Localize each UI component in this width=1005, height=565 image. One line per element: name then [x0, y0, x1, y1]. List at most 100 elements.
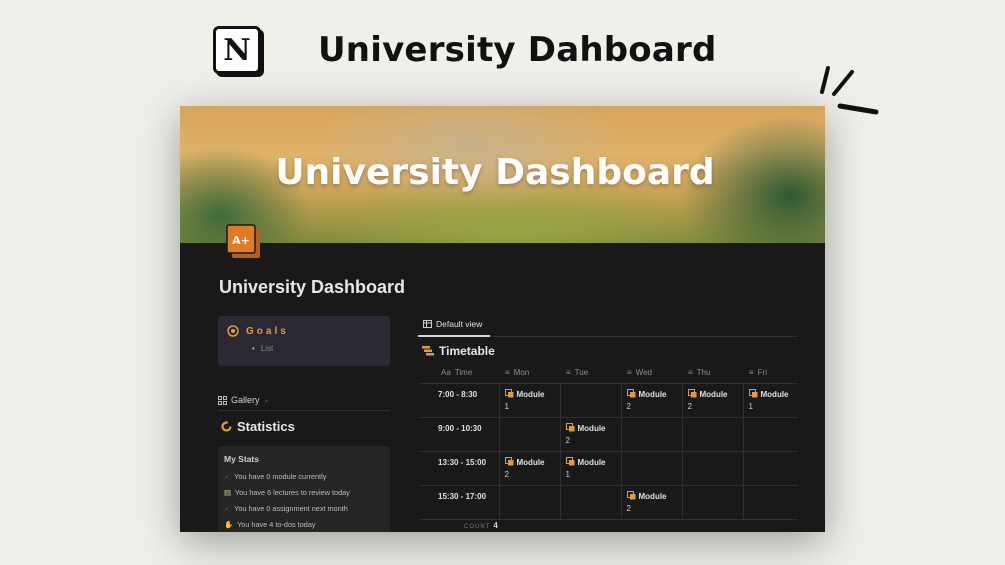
notion-logo: N [213, 26, 261, 74]
column-header-tue[interactable]: ≡ Tue [560, 363, 621, 384]
day-cell[interactable]: Module 2 [620, 485, 682, 520]
lines-icon: ≡ [627, 368, 632, 378]
stat-row: ✓ You have 0 assignment next month [224, 504, 348, 513]
check-icon: ✓ [224, 504, 231, 513]
active-tab-indicator [418, 335, 490, 337]
day-cell[interactable] [681, 451, 743, 486]
day-cell[interactable]: Module 2 [620, 383, 682, 418]
module-page-icon [565, 422, 574, 431]
page-icon-text: A+ [232, 234, 250, 247]
day-cell[interactable] [742, 417, 798, 452]
statistics-heading: Statistics [221, 419, 295, 434]
timetable-heading-text: Timetable [439, 344, 495, 358]
day-cell[interactable] [681, 417, 743, 452]
module-link[interactable]: Module 2 [687, 388, 728, 413]
goals-callout[interactable]: Goals List [218, 316, 390, 366]
goals-title: Goals [246, 326, 289, 337]
module-link[interactable]: Module 2 [565, 422, 606, 447]
time-cell[interactable]: 15:30 - 17:00 [419, 485, 499, 520]
column-header-label: Fri [757, 368, 767, 378]
day-cell[interactable] [620, 451, 682, 486]
module-label: Module [577, 457, 606, 467]
module-link[interactable]: Module 2 [504, 456, 545, 481]
day-cell[interactable]: Module 2 [681, 383, 743, 418]
day-cell[interactable] [498, 417, 560, 452]
table-row[interactable]: 9:00 - 10:30 Module 2 [419, 417, 798, 452]
day-cell[interactable] [681, 485, 743, 520]
module-link[interactable]: Module 1 [565, 456, 606, 481]
my-stats-card[interactable]: My Stats ✓ You have 0 module currently ▤… [218, 446, 390, 532]
module-label: Module [577, 423, 606, 433]
column-header-label: Tue [574, 368, 589, 378]
module-page-icon [687, 388, 696, 397]
stat-row: ▤ You have 6 lectures to review today [224, 488, 350, 497]
column-header-wed[interactable]: ≡ Wed [621, 363, 682, 384]
my-stats-title: My Stats [224, 454, 259, 464]
module-number: 1 [565, 469, 570, 479]
module-label: Module [638, 491, 667, 501]
notion-page-screenshot: University Dashboard A+ University Dashb… [180, 106, 825, 532]
table-row[interactable]: 15:30 - 17:00 Module 2 [419, 485, 798, 520]
day-cell[interactable]: Module 1 [498, 383, 560, 418]
time-cell[interactable]: 7:00 - 8:30 [419, 383, 499, 418]
stat-text: You have 0 assignment next month [234, 504, 348, 513]
day-cell[interactable]: Module 2 [559, 417, 621, 452]
time-cell[interactable]: 13:30 - 15:00 [419, 451, 499, 486]
page-title: University Dashboard [219, 277, 406, 297]
divider [218, 410, 390, 411]
module-link[interactable]: Module 2 [626, 388, 667, 413]
stack-icon [422, 346, 434, 356]
day-cell[interactable] [559, 383, 621, 418]
column-header-time[interactable]: Aa Time [419, 363, 499, 384]
row-count: COUNT 4 [464, 521, 498, 530]
module-label: Module [638, 389, 667, 399]
module-page-icon [748, 388, 757, 397]
statistics-heading-text: Statistics [237, 419, 295, 434]
module-number: 2 [687, 401, 692, 411]
day-cell[interactable] [742, 485, 798, 520]
module-number: 2 [504, 469, 509, 479]
stat-row: ✓ You have 0 module currently [224, 472, 326, 481]
day-cell[interactable]: Module 2 [498, 451, 560, 486]
table-icon [423, 320, 432, 328]
column-header-label: Thu [696, 368, 711, 378]
stat-text: You have 0 module currently [234, 472, 327, 481]
count-value: 4 [493, 521, 498, 530]
module-page-icon [504, 388, 513, 397]
module-link[interactable]: Module 1 [748, 388, 789, 413]
column-header-label: Time [454, 368, 473, 378]
day-cell[interactable] [620, 417, 682, 452]
text-property-icon: Aa [441, 368, 451, 378]
module-number: 2 [626, 503, 631, 513]
module-page-icon [565, 456, 574, 465]
module-number: 2 [626, 401, 631, 411]
stat-text: You have 6 lectures to review today [234, 488, 350, 497]
column-header-mon[interactable]: ≡ Mon [499, 363, 560, 384]
day-cell[interactable]: Module 1 [559, 451, 621, 486]
stat-row: ✋ You have 4 to-dos today [224, 520, 316, 529]
day-cell[interactable] [498, 485, 560, 520]
default-view-tab[interactable]: Default view [423, 319, 482, 329]
column-header-thu[interactable]: ≡ Thu [682, 363, 743, 384]
module-link[interactable]: Module 2 [626, 490, 667, 515]
module-link[interactable]: Module 1 [504, 388, 545, 413]
grade-a-plus-icon[interactable]: A+ [226, 224, 262, 260]
module-number: 2 [565, 435, 570, 445]
day-cell[interactable]: Module 1 [742, 383, 798, 418]
check-icon: ✓ [224, 472, 231, 481]
notion-logo-letter: N [223, 32, 251, 68]
day-cell[interactable] [559, 485, 621, 520]
table-row[interactable]: 13:30 - 15:00 Module 2 Module 1 [419, 451, 798, 486]
grid-icon [218, 395, 227, 405]
day-cell[interactable] [742, 451, 798, 486]
column-header-fri[interactable]: ≡ Fri [743, 363, 798, 384]
gallery-view-tab[interactable]: Gallery ⌄ [218, 395, 269, 405]
goals-list-item[interactable]: List [252, 344, 273, 353]
time-cell[interactable]: 9:00 - 10:30 [419, 417, 499, 452]
table-row[interactable]: 7:00 - 8:30 Module 1 Module 2 Module 2 Module 1 [419, 383, 798, 418]
module-label: Module [516, 457, 545, 467]
hand-icon: ✋ [224, 520, 234, 529]
pie-chart-icon [221, 421, 232, 432]
gallery-label: Gallery [231, 395, 260, 405]
module-label: Module [516, 389, 545, 399]
